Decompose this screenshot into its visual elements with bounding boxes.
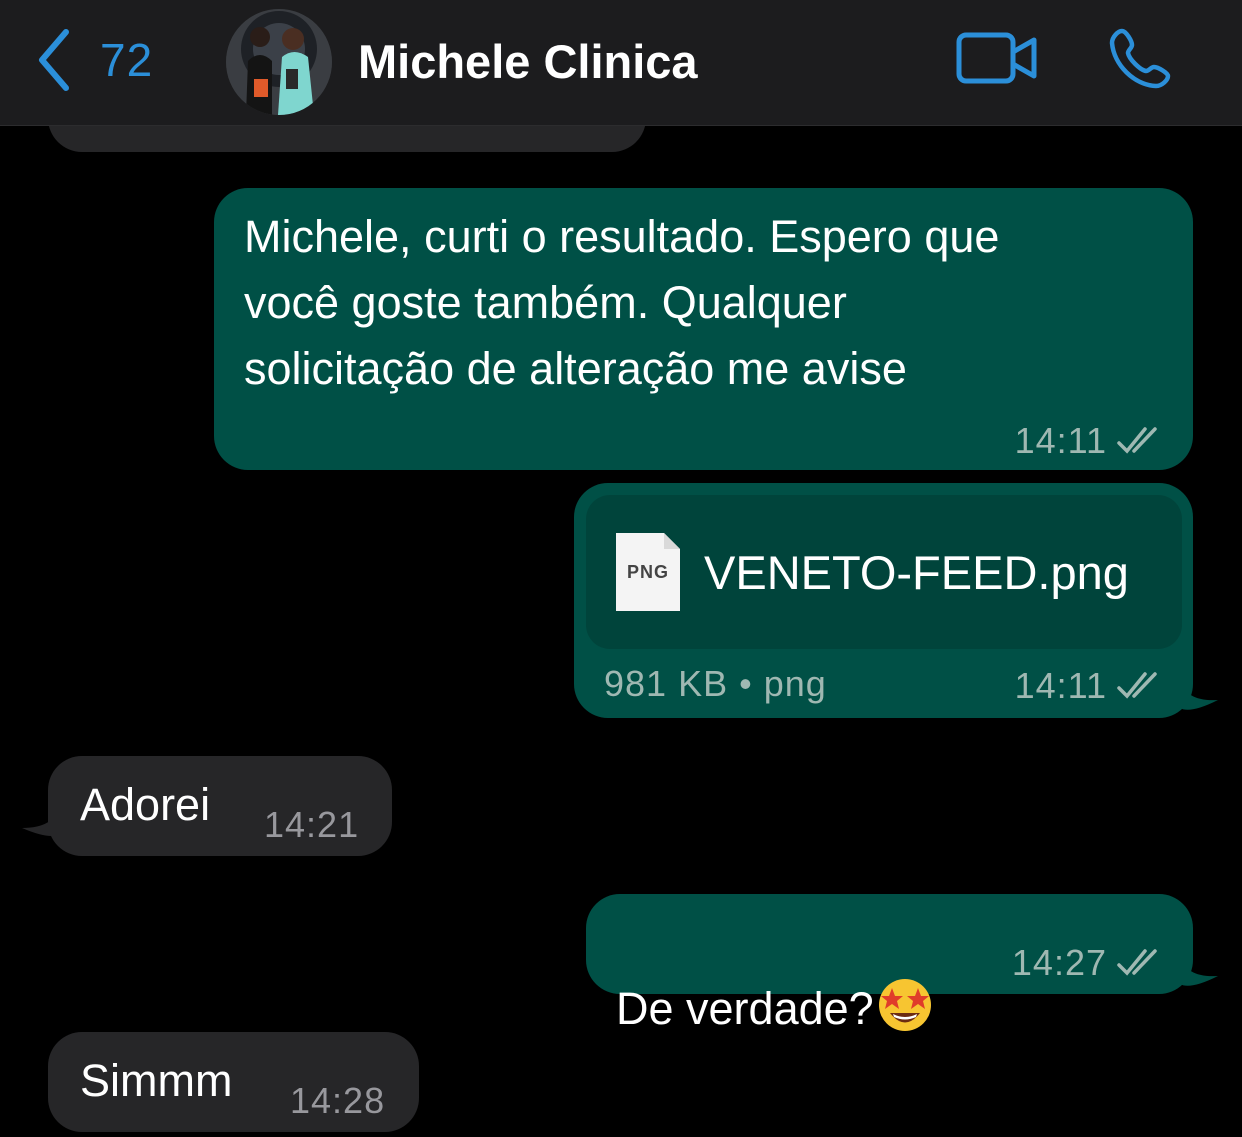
outgoing-file-bubble[interactable]: PNG VENETO-FEED.png 981 KB • png 14:11 xyxy=(574,483,1193,718)
outgoing-message-bubble[interactable]: De verdade? 14:27 xyxy=(586,894,1193,1034)
message-time: 14:21 xyxy=(264,804,360,845)
file-name: VENETO-FEED.png xyxy=(704,546,1129,599)
star-struck-emoji-icon xyxy=(878,979,931,1031)
contact-name[interactable]: Michele Clinica xyxy=(358,34,698,90)
chevron-left-icon xyxy=(39,29,69,91)
avatar-photo xyxy=(226,9,332,115)
chat-screen: 72 Michele Clinica Michele, curti o resu… xyxy=(0,0,1242,1137)
double-check-icon xyxy=(1117,672,1157,699)
message-time: 14:28 xyxy=(290,1080,386,1121)
message-text: De verdade? xyxy=(616,983,874,1034)
message-meta: 14:28 xyxy=(290,1080,385,1122)
chat-header: 72 Michele Clinica xyxy=(0,0,1242,126)
message-meta: 14:27 xyxy=(1012,942,1163,984)
bubble-tail xyxy=(1180,956,1218,986)
message-meta: 14:11 xyxy=(1015,665,1163,707)
file-info: 981 KB • png xyxy=(604,663,827,704)
file-type-badge: PNG xyxy=(627,562,670,582)
incoming-message-bubble[interactable]: Adorei 14:21 xyxy=(48,756,392,856)
incoming-message-bubble[interactable]: Simmm 14:28 xyxy=(48,1032,419,1132)
contact-avatar[interactable] xyxy=(226,9,332,115)
message-meta: 14:11 xyxy=(1015,420,1163,462)
unread-count: 72 xyxy=(100,34,154,86)
message-text: Adorei xyxy=(80,779,211,830)
message-time: 14:27 xyxy=(1011,942,1107,983)
video-call-icon[interactable] xyxy=(956,32,1038,84)
back-button[interactable]: 72 xyxy=(34,28,153,92)
message-time: 14:11 xyxy=(1014,420,1107,461)
message-text: Michele, curti o resultado. Espero que v… xyxy=(244,211,1000,394)
outgoing-message-bubble[interactable]: Michele, curti o resultado. Espero que v… xyxy=(214,188,1193,470)
message-text: Simmm xyxy=(80,1055,233,1106)
file-attachment[interactable]: PNG VENETO-FEED.png xyxy=(586,495,1182,649)
message-time: 14:11 xyxy=(1014,665,1107,706)
bubble-tail xyxy=(1180,680,1218,710)
phone-call-icon[interactable] xyxy=(1108,27,1172,89)
message-text-row: De verdade? xyxy=(616,910,934,1042)
message-meta: 14:21 xyxy=(264,804,359,846)
bubble-tail xyxy=(22,806,60,836)
double-check-icon xyxy=(1117,427,1157,454)
double-check-icon xyxy=(1117,949,1157,976)
